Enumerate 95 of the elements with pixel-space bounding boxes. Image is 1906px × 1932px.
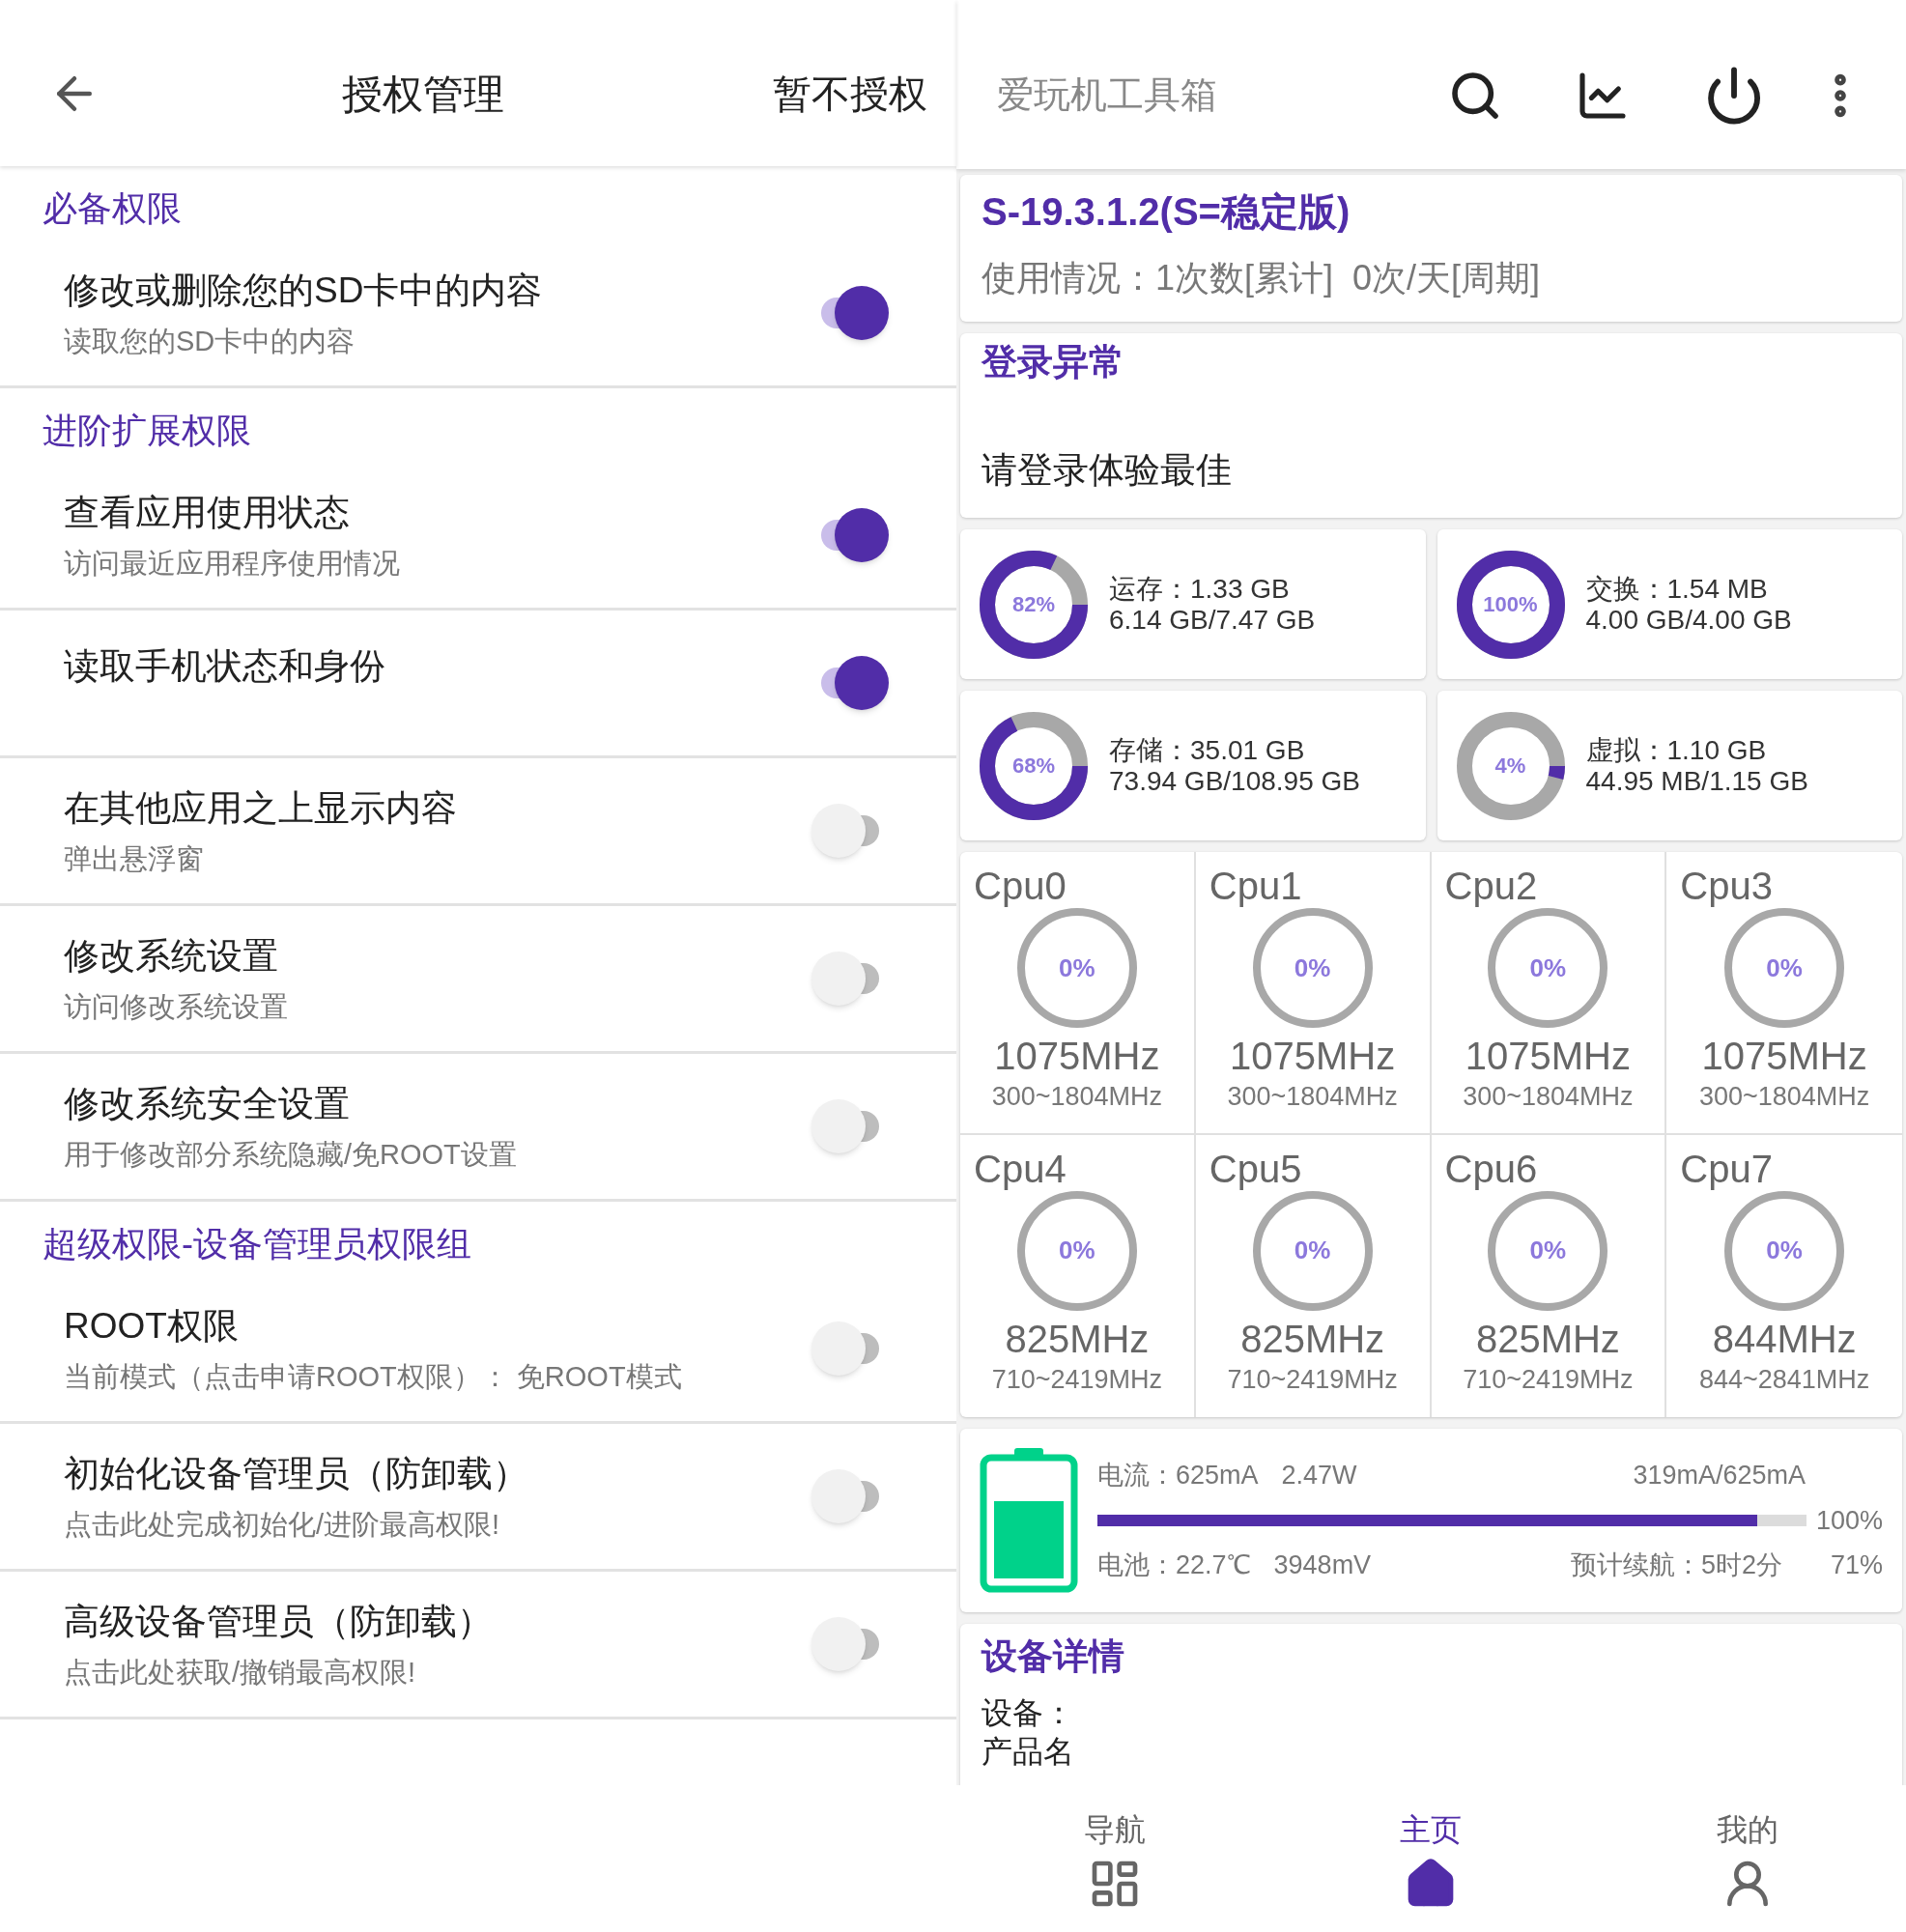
nav-tab[interactable]: 我的	[1589, 1785, 1906, 1932]
battery-temperature: 电池：22.7℃	[1097, 1549, 1251, 1582]
device-section-title: 设备详情	[981, 1635, 1125, 1678]
permission-row[interactable]: 查看应用使用状态 访问最近应用程序使用情况	[0, 463, 956, 611]
cpu-frequency: 1075MHz	[1701, 1034, 1867, 1079]
permission-title: 读取手机状态和身份	[64, 645, 386, 688]
cpu-frequency: 825MHz	[1240, 1316, 1385, 1362]
percent-label: 4%	[1494, 753, 1526, 780]
permission-row[interactable]: 在其他应用之上显示内容 弹出悬浮窗	[0, 758, 956, 906]
app-title: 爱玩机工具箱	[997, 73, 1218, 117]
cpu-name: Cpu0	[973, 864, 1067, 908]
permission-title: 初始化设备管理员（防卸载）	[64, 1452, 529, 1495]
login-status: 登录异常	[981, 341, 1125, 384]
cpu-range: 300~1804MHz	[991, 1081, 1163, 1113]
usage-text: 使用情况：1次数[累计] 0次/天[周期]	[981, 257, 1542, 299]
percent-label: 0%	[1294, 952, 1331, 984]
cpu-range: 710~2419MHz	[991, 1363, 1163, 1396]
permission-title: 高级设备管理员（防卸载）	[64, 1600, 494, 1643]
permission-row[interactable]: ROOT权限 当前模式（点击申请ROOT权限）： 免ROOT模式	[0, 1276, 956, 1424]
cpu-name: Cpu1	[1208, 864, 1302, 908]
memory-total: 73.94 GB/108.95 GB	[1109, 765, 1360, 797]
cpu-range: 300~1804MHz	[1227, 1081, 1398, 1113]
memory-usage: 运存：1.33 GB	[1109, 573, 1291, 605]
memory-usage: 存储：35.01 GB	[1109, 734, 1306, 766]
permission-row[interactable]: 修改或删除您的SD卡中的内容 读取您的SD卡中的内容	[0, 241, 956, 388]
permission-subtitle: 访问修改系统设置	[64, 990, 289, 1024]
cpu-name: Cpu5	[1208, 1146, 1302, 1191]
percent-label: 0%	[1294, 1235, 1331, 1266]
percent-label: 82%	[1011, 591, 1055, 618]
battery-icon	[980, 1448, 1078, 1593]
permission-subtitle: 访问最近应用程序使用情况	[64, 547, 401, 581]
cpu-frequency: 1075MHz	[1230, 1034, 1396, 1079]
cpu-range: 844~2841MHz	[1698, 1363, 1870, 1396]
cpu-range: 710~2419MHz	[1227, 1363, 1398, 1396]
permission-subtitle: 读取您的SD卡中的内容	[64, 325, 356, 358]
cpu-frequency: 844MHz	[1712, 1316, 1857, 1362]
cpu-frequency: 1075MHz	[1465, 1034, 1631, 1079]
permission-subtitle: 用于修改部分系统隐藏/免ROOT设置	[64, 1138, 518, 1172]
memory-total: 44.95 MB/1.15 GB	[1585, 765, 1808, 797]
nav-tab[interactable]: 主页	[1272, 1785, 1590, 1932]
current-range: 319mA/625mA	[1633, 1460, 1806, 1492]
cpu-frequency: 825MHz	[1005, 1316, 1150, 1362]
permission-row[interactable]: 初始化设备管理员（防卸载） 点击此处完成初始化/进阶最高权限!	[0, 1424, 956, 1572]
memory-total: 4.00 GB/4.00 GB	[1585, 604, 1792, 636]
permission-title: 修改或删除您的SD卡中的内容	[64, 269, 544, 312]
permission-row[interactable]: 高级设备管理员（防卸载） 点击此处获取/撤销最高权限!	[0, 1572, 956, 1719]
cpu-range: 300~1804MHz	[1698, 1081, 1870, 1113]
memory-usage: 交换：1.54 MB	[1585, 573, 1769, 605]
permission-row[interactable]: 修改系统安全设置 用于修改部分系统隐藏/免ROOT设置	[0, 1054, 956, 1202]
percent-label: 0%	[1529, 952, 1567, 984]
battery-voltage: 3948mV	[1273, 1549, 1372, 1582]
cpu-name: Cpu7	[1679, 1146, 1773, 1191]
percent-label: 68%	[1011, 753, 1055, 780]
cpu-range: 710~2419MHz	[1463, 1363, 1634, 1396]
cpu-range: 300~1804MHz	[1463, 1081, 1634, 1113]
permission-row[interactable]: 修改系统设置 访问修改系统设置	[0, 906, 956, 1054]
login-message: 请登录体验最佳	[981, 448, 1233, 492]
percent-label: 0%	[1059, 1235, 1095, 1266]
device-detail: 设备：	[981, 1693, 1075, 1732]
battery-estimate: 预计续航：5时2分	[1570, 1549, 1782, 1582]
battery-percent: 71%	[1830, 1549, 1883, 1582]
section-header: 进阶扩展权限	[43, 410, 251, 452]
percent-label: 0%	[1529, 1235, 1567, 1266]
permission-subtitle: 点击此处获取/撤销最高权限!	[64, 1656, 417, 1690]
memory-usage: 虚拟：1.10 GB	[1585, 734, 1768, 766]
permission-subtitle: 当前模式（点击申请ROOT权限）： 免ROOT模式	[64, 1360, 683, 1394]
progress-percent: 100%	[1815, 1504, 1883, 1537]
cpu-name: Cpu3	[1679, 864, 1773, 908]
cpu-frequency: 1075MHz	[994, 1034, 1160, 1079]
page-title: 授权管理	[342, 70, 504, 119]
memory-total: 6.14 GB/7.47 GB	[1109, 604, 1316, 636]
skip-button[interactable]: 暂不授权	[773, 65, 927, 123]
cpu-name: Cpu2	[1443, 864, 1538, 908]
permission-subtitle: 点击此处完成初始化/进阶最高权限!	[64, 1508, 501, 1542]
current-reading: 电流：625mA	[1097, 1460, 1259, 1492]
percent-label: 0%	[1059, 952, 1095, 984]
permission-title: 查看应用使用状态	[64, 491, 351, 534]
nav-tab[interactable]: 导航	[956, 1785, 1273, 1932]
permission-title: 在其他应用之上显示内容	[64, 786, 458, 830]
permission-title: 修改系统安全设置	[64, 1082, 351, 1125]
cpu-name: Cpu6	[1443, 1146, 1538, 1191]
cpu-name: Cpu4	[973, 1146, 1067, 1191]
section-header: 超级权限-设备管理员权限组	[43, 1223, 471, 1265]
percent-label: 0%	[1766, 1235, 1803, 1266]
percent-label: 100%	[1483, 591, 1538, 618]
section-header: 必备权限	[43, 187, 182, 230]
device-detail: 产品名	[981, 1732, 1075, 1771]
permission-subtitle: 弹出悬浮窗	[64, 842, 205, 876]
permission-title: 修改系统设置	[64, 934, 279, 978]
power-reading: 2.47W	[1281, 1460, 1357, 1492]
permission-title: ROOT权限	[64, 1304, 240, 1348]
version-label: S-19.3.1.2(S=稳定版)	[981, 189, 1351, 235]
permission-row[interactable]: 读取手机状态和身份	[0, 611, 956, 758]
cpu-frequency: 825MHz	[1475, 1316, 1620, 1362]
percent-label: 0%	[1766, 952, 1803, 984]
